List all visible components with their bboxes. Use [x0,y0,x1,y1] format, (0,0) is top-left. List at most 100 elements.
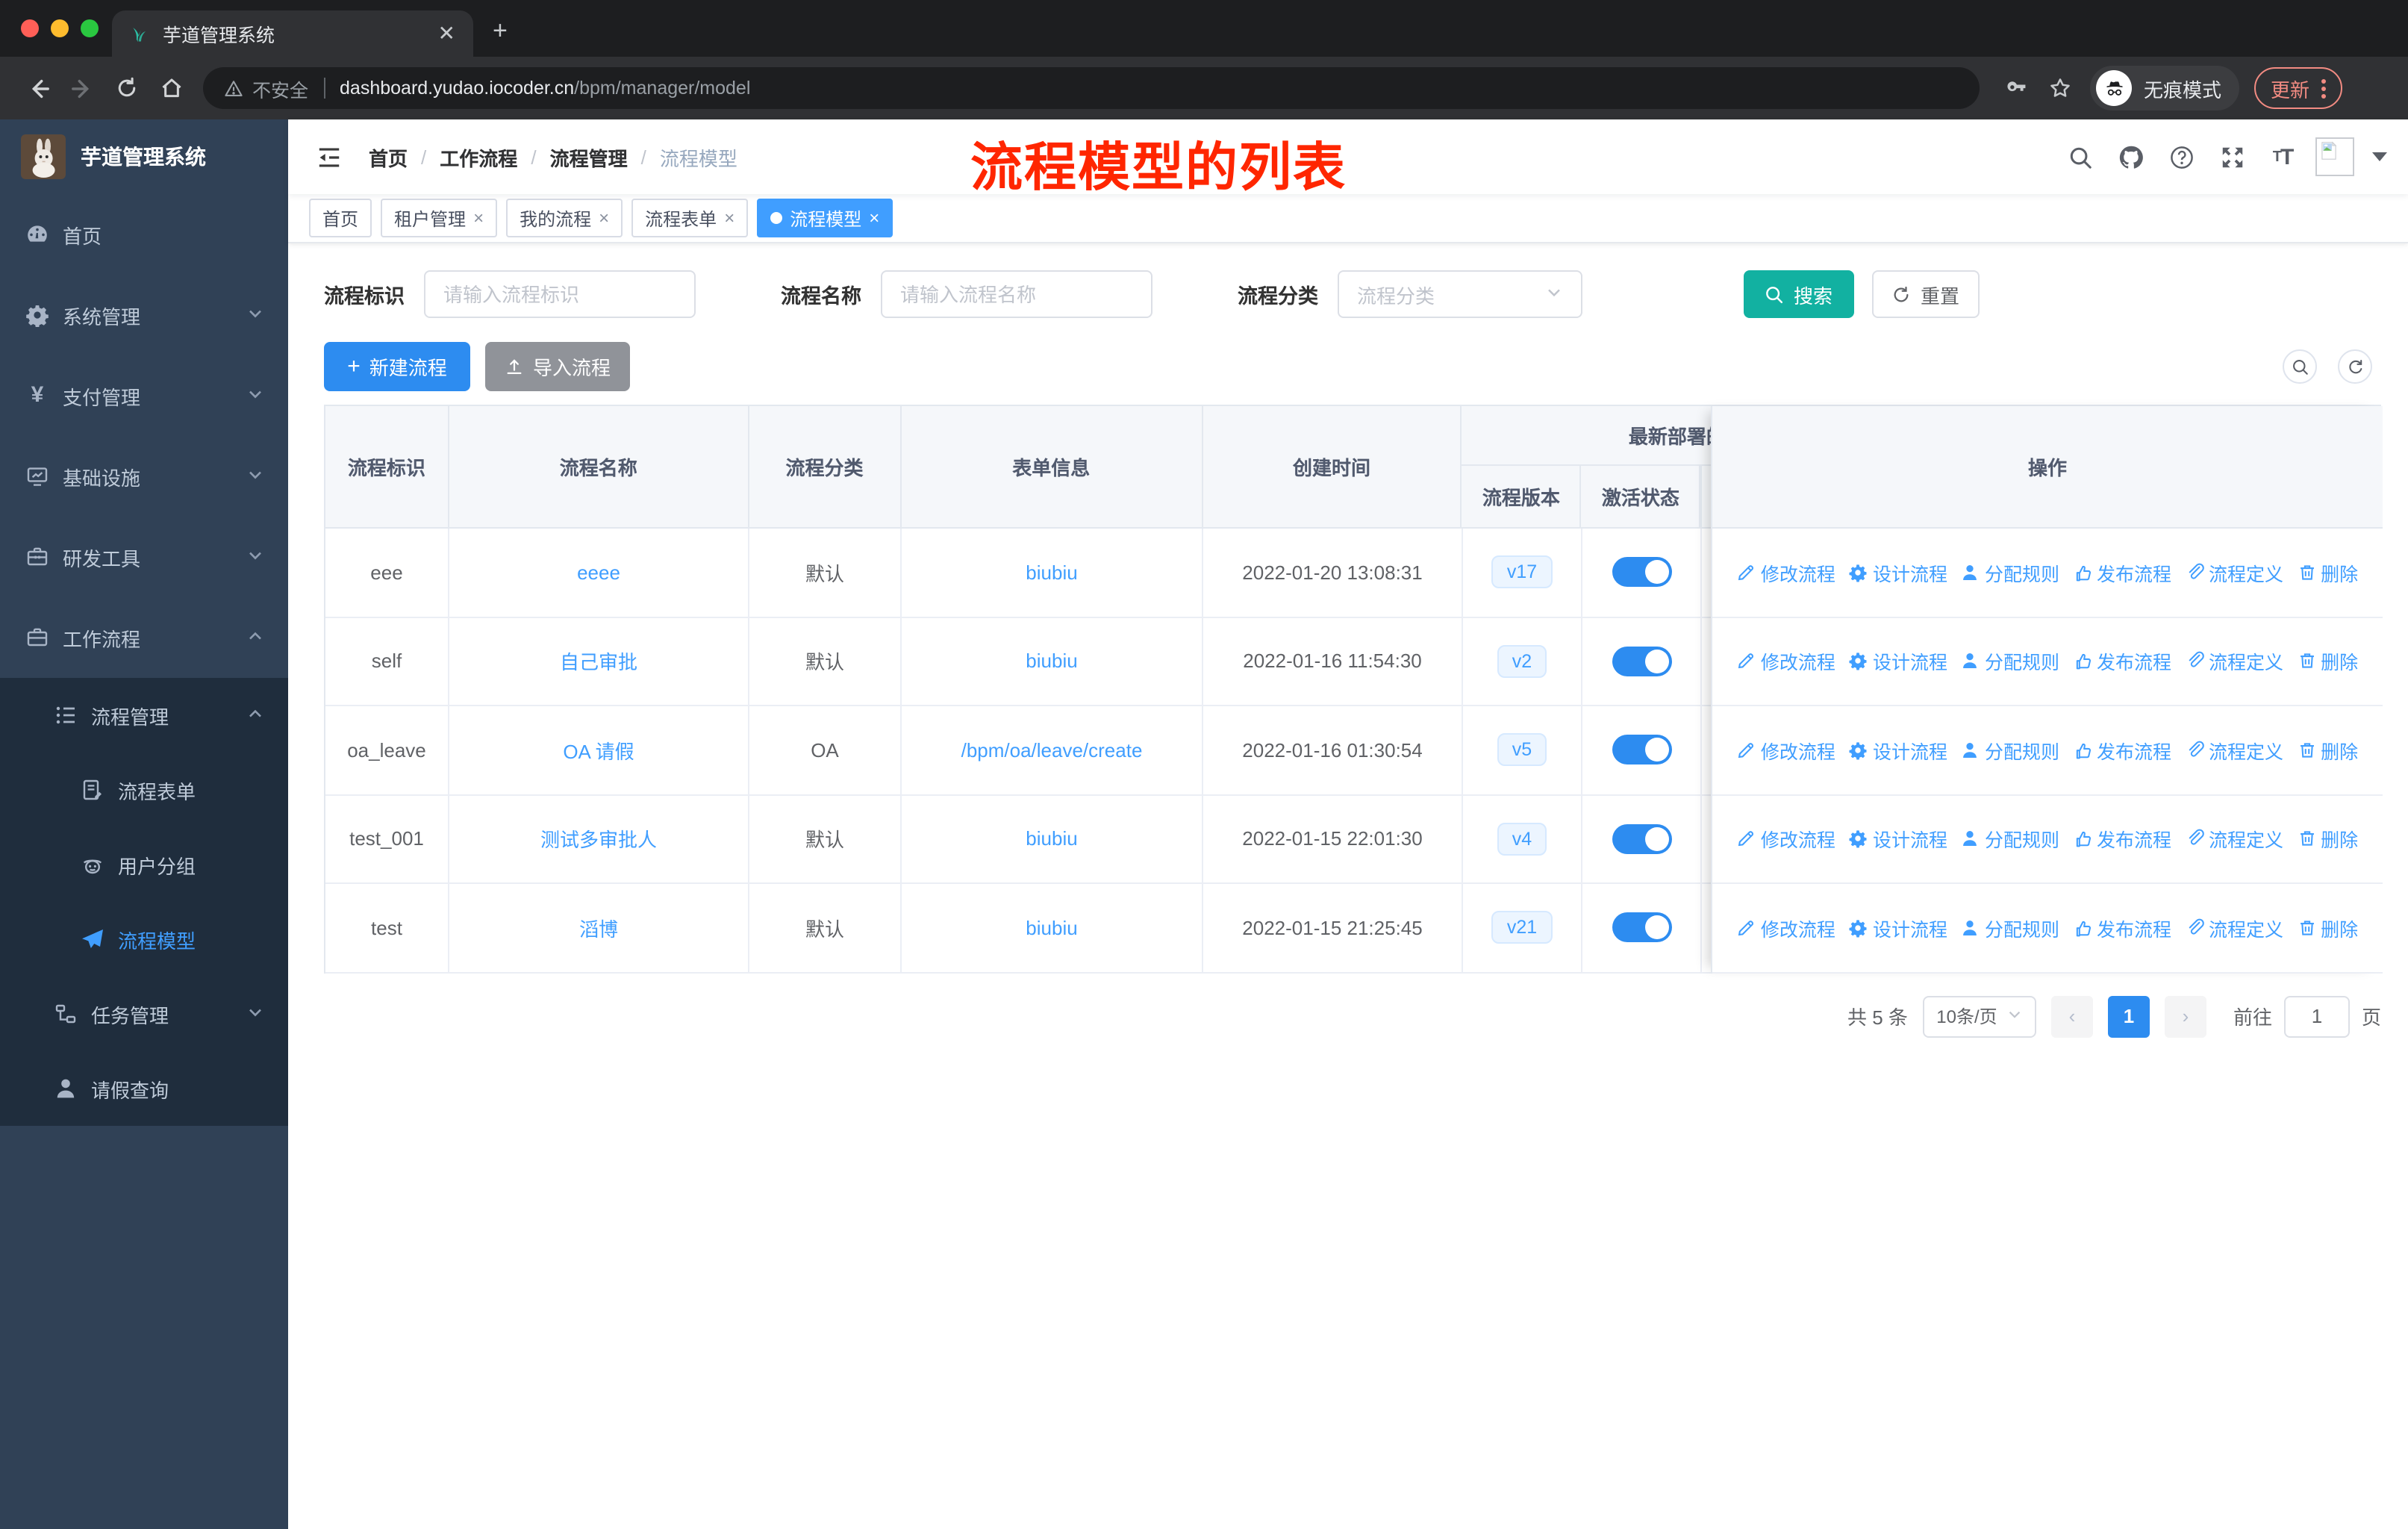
search-button[interactable]: 搜索 [1744,270,1854,318]
tab-close-icon[interactable]: ✕ [435,21,458,46]
show-search-button[interactable] [2283,349,2317,384]
next-page-button[interactable]: › [2164,995,2206,1037]
model-name-link[interactable]: 滔博 [579,914,618,942]
version-badge[interactable]: v17 [1491,555,1553,589]
action-设计流程[interactable]: 设计流程 [1849,647,1947,676]
form-link[interactable]: biubiu [1026,917,1077,939]
fullscreen-icon[interactable] [2214,139,2250,175]
tag-close-icon[interactable]: × [599,208,609,228]
tag-租户管理[interactable]: 租户管理 × [381,199,498,237]
form-link[interactable]: biubiu [1026,828,1077,850]
action-删除[interactable]: 删除 [2297,558,2358,587]
active-toggle[interactable] [1612,823,1671,854]
tag-流程模型[interactable]: 流程模型 × [757,199,893,237]
sidebar-item-流程管理[interactable]: 流程管理 [0,678,288,753]
active-toggle[interactable] [1612,735,1671,765]
password-key-icon[interactable] [1997,67,2039,109]
action-发布流程[interactable]: 发布流程 [2073,647,2171,676]
action-发布流程[interactable]: 发布流程 [2073,558,2171,587]
sidebar-item-基础设施[interactable]: 基础设施 [0,436,288,517]
model-name-link[interactable]: eeee [577,561,620,584]
sidebar-item-研发工具[interactable]: 研发工具 [0,517,288,597]
sidebar-item-系统管理[interactable]: 系统管理 [0,275,288,355]
breadcrumb-item[interactable]: 流程管理 [550,143,628,171]
chevron-down-icon[interactable] [2372,152,2387,161]
page-1-button[interactable]: 1 [2107,995,2150,1037]
refresh-table-button[interactable] [2338,349,2372,384]
action-删除[interactable]: 删除 [2297,736,2358,764]
update-browser-button[interactable]: 更新 [2254,67,2343,109]
bookmark-star-icon[interactable] [2039,67,2081,109]
search-icon[interactable] [2062,139,2097,175]
import-model-button[interactable]: 导入流程 [485,342,630,391]
version-badge[interactable]: v4 [1497,822,1547,856]
action-设计流程[interactable]: 设计流程 [1849,825,1947,853]
active-toggle[interactable] [1612,557,1671,588]
sidebar-item-流程表单[interactable]: 流程表单 [0,753,288,827]
window-controls[interactable] [21,19,99,37]
action-分配规则[interactable]: 分配规则 [1961,647,2059,676]
zoom-window-button[interactable] [81,19,99,37]
tag-我的流程[interactable]: 我的流程 × [506,199,623,237]
prev-page-button[interactable]: ‹ [2050,995,2093,1037]
browser-menu-icon[interactable] [2321,78,2327,98]
breadcrumb-item[interactable]: 工作流程 [440,143,517,171]
reset-button[interactable]: 重置 [1872,270,1980,318]
sidebar-item-流程模型[interactable]: 流程模型 [0,902,288,977]
tag-首页[interactable]: 首页 [309,199,372,237]
url-text[interactable]: dashboard.yudao.iocoder.cn/bpm/manager/m… [340,78,750,99]
active-toggle[interactable] [1612,646,1671,676]
action-修改流程[interactable]: 修改流程 [1737,825,1835,853]
action-发布流程[interactable]: 发布流程 [2073,825,2171,853]
new-tab-button[interactable]: + [493,18,508,43]
model-name-link[interactable]: OA 请假 [563,736,634,764]
sidebar-item-用户分组[interactable]: 用户分组 [0,827,288,902]
model-name-link[interactable]: 测试多审批人 [540,825,657,853]
address-bar[interactable]: 不安全 dashboard.yudao.iocoder.cn/bpm/manag… [203,67,1980,109]
font-size-icon[interactable]: TT [2265,139,2301,175]
action-流程定义[interactable]: 流程定义 [2185,825,2283,853]
action-删除[interactable]: 删除 [2297,914,2358,942]
sidebar-item-请假查询[interactable]: 请假查询 [0,1051,288,1126]
action-修改流程[interactable]: 修改流程 [1737,647,1835,676]
not-secure-warning[interactable]: 不安全 [224,74,308,102]
active-toggle[interactable] [1612,912,1671,943]
action-设计流程[interactable]: 设计流程 [1849,914,1947,942]
action-流程定义[interactable]: 流程定义 [2185,647,2283,676]
sidebar-item-支付管理[interactable]: ¥ 支付管理 [0,355,288,436]
filter-name-input[interactable] [881,270,1152,318]
page-size-select[interactable]: 10条/页 [1922,995,2036,1037]
action-发布流程[interactable]: 发布流程 [2073,736,2171,764]
github-icon[interactable] [2112,139,2148,175]
model-name-link[interactable]: 自己审批 [560,647,637,676]
action-分配规则[interactable]: 分配规则 [1961,736,2059,764]
app-logo[interactable]: 芋道管理系统 [0,119,288,194]
collapse-sidebar-icon[interactable] [309,137,348,176]
action-流程定义[interactable]: 流程定义 [2185,914,2283,942]
version-badge[interactable]: v5 [1497,733,1547,767]
action-分配规则[interactable]: 分配规则 [1961,825,2059,853]
sidebar-item-任务管理[interactable]: 任务管理 [0,977,288,1051]
tag-流程表单[interactable]: 流程表单 × [631,199,749,237]
breadcrumb-item[interactable]: 首页 [369,143,408,171]
filter-key-input[interactable] [424,270,696,318]
close-window-button[interactable] [21,19,39,37]
action-修改流程[interactable]: 修改流程 [1737,736,1835,764]
action-修改流程[interactable]: 修改流程 [1737,558,1835,587]
action-流程定义[interactable]: 流程定义 [2185,736,2283,764]
create-model-button[interactable]: + 新建流程 [324,342,470,391]
sidebar-item-工作流程[interactable]: 工作流程 [0,597,288,678]
action-设计流程[interactable]: 设计流程 [1849,558,1947,587]
home-icon[interactable] [149,66,194,110]
tag-close-icon[interactable]: × [724,208,734,228]
forward-icon[interactable] [60,66,105,110]
tag-close-icon[interactable]: × [473,208,484,228]
action-删除[interactable]: 删除 [2297,647,2358,676]
minimize-window-button[interactable] [51,19,69,37]
tag-close-icon[interactable]: × [869,208,879,228]
filter-category-select[interactable]: 流程分类 [1338,270,1582,318]
form-link[interactable]: biubiu [1026,650,1077,673]
browser-tab[interactable]: 芋道管理系统 ✕ [112,10,473,57]
version-badge[interactable]: v2 [1497,644,1547,678]
action-分配规则[interactable]: 分配规则 [1961,914,2059,942]
